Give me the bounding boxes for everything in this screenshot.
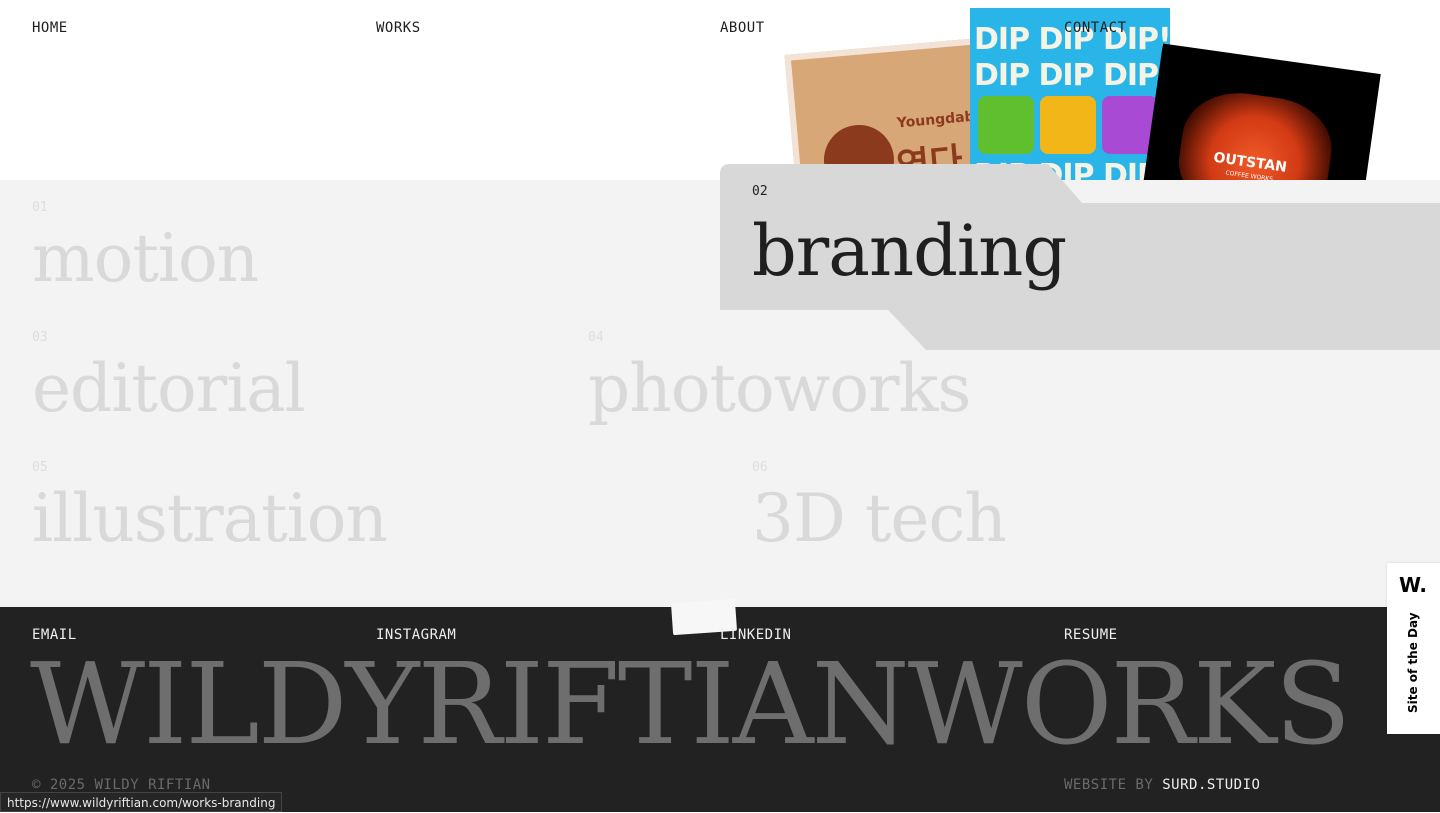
status-url-bar: https://www.wildyriftian.com/works-brand… (0, 792, 283, 812)
category-title: photoworks (588, 350, 971, 427)
category-title: illustration (32, 480, 388, 557)
category-title: motion (32, 220, 259, 297)
category-number: 06 (752, 460, 768, 475)
award-label: Site of the Day (1406, 612, 1420, 713)
nav-home-link[interactable]: HOME (32, 20, 68, 36)
dip-row-text: DIP DIP DIP! (974, 58, 1170, 93)
site-of-the-day-badge[interactable]: W. Site of the Day (1387, 563, 1440, 734)
category-number: 02 (752, 184, 768, 199)
surd-studio-link[interactable]: SURD.STUDIO (1162, 777, 1260, 793)
copyright-text: © 2025 WILDY RIFTIAN (32, 777, 211, 793)
footer-wordmark: WILDYRIFTIANWORKS (30, 640, 1351, 770)
jar-image (978, 96, 1034, 154)
nav-contact-link[interactable]: CONTACT (1064, 20, 1127, 36)
category-motion[interactable]: 01 motion (32, 200, 259, 299)
category-title: editorial (32, 350, 306, 427)
credit-prefix: WEBSITE BY (1064, 777, 1154, 793)
category-number: 05 (32, 460, 48, 475)
awwwards-logo-icon: W. (1399, 573, 1428, 597)
nav-about-link[interactable]: ABOUT (720, 20, 765, 36)
site-credit: WEBSITE BY SURD.STUDIO (1064, 777, 1260, 793)
category-title: 3D tech (752, 480, 1007, 557)
category-title: branding (752, 210, 1067, 292)
top-nav: HOME WORKS ABOUT CONTACT (0, 0, 1440, 56)
category-number: 03 (32, 330, 48, 345)
category-3d-tech[interactable]: 06 3D tech (752, 460, 1007, 559)
category-branding-active-tab[interactable]: 02 branding (720, 164, 1440, 350)
category-number: 01 (32, 200, 48, 215)
nav-works-link[interactable]: WORKS (376, 20, 421, 36)
category-illustration[interactable]: 05 illustration (32, 460, 388, 559)
category-editorial[interactable]: 03 editorial (32, 330, 306, 429)
jar-image (1040, 96, 1096, 154)
footer: EMAIL INSTAGRAM LINKEDIN RESUME WILDYRIF… (0, 598, 1440, 812)
